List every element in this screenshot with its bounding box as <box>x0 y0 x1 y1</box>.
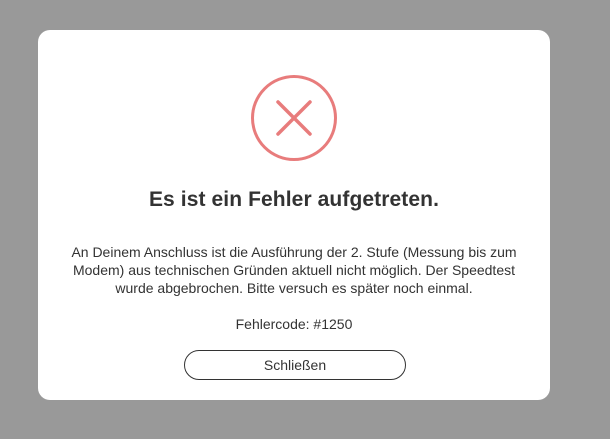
dialog-message: An Deinem Anschluss ist die Ausführung d… <box>71 244 517 296</box>
error-dialog: Es ist ein Fehler aufgetreten. An Deinem… <box>38 30 550 400</box>
error-code: Fehlercode: #1250 <box>235 316 353 332</box>
dialog-title: Es ist ein Fehler aufgetreten. <box>148 188 440 211</box>
error-x-circle-icon <box>251 75 337 161</box>
close-button[interactable]: Schließen <box>184 350 406 380</box>
